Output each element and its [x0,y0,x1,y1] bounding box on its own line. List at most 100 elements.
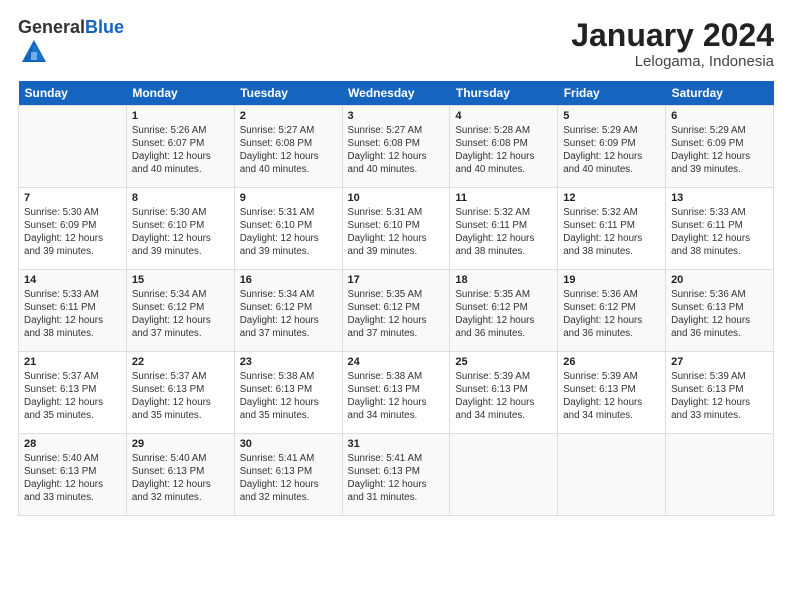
cell-info: Sunrise: 5:26 AM [132,124,229,137]
cell-info: Sunset: 6:11 PM [24,301,121,314]
cell-info: Sunrise: 5:29 AM [671,124,768,137]
cell-info: Sunset: 6:13 PM [671,383,768,396]
cell-info: Sunset: 6:13 PM [132,465,229,478]
cell-info: Sunset: 6:09 PM [671,137,768,150]
cell-info: Sunrise: 5:37 AM [24,370,121,383]
day-number: 28 [24,438,121,450]
cell-info: Sunset: 6:12 PM [455,301,552,314]
cell-info: Sunrise: 5:39 AM [671,370,768,383]
cell-info: Daylight: 12 hours and 38 minutes. [24,314,121,340]
day-number: 1 [132,110,229,122]
cell-info: Sunrise: 5:38 AM [240,370,337,383]
cell-info: Sunrise: 5:32 AM [563,206,660,219]
table-row: 14 Sunrise: 5:33 AMSunset: 6:11 PMDayligh… [19,269,127,351]
cell-info: Sunrise: 5:41 AM [240,452,337,465]
table-row: 10Sunrise: 5:31 AMSunset: 6:10 PMDayligh… [342,187,450,269]
week-row-2: 7Sunrise: 5:30 AMSunset: 6:09 PMDaylight… [19,187,774,269]
cell-info: Sunrise: 5:41 AM [348,452,445,465]
cell-info: Sunset: 6:08 PM [455,137,552,150]
col-thursday: Thursday [450,81,558,106]
table-row: 4Sunrise: 5:28 AMSunset: 6:08 PMDaylight… [450,105,558,187]
cell-info: Daylight: 12 hours and 40 minutes. [240,150,337,176]
cell-info: Daylight: 12 hours and 33 minutes. [671,396,768,422]
cell-info: Sunset: 6:12 PM [563,301,660,314]
day-number: 9 [240,192,337,204]
table-row [558,433,666,515]
week-row-3: 14Sunrise: 5:33 AMSunset: 6:11 PMDayligh… [19,269,774,351]
table-row: 1Sunrise: 5:26 AMSunset: 6:07 PMDaylight… [126,105,234,187]
day-number: 10 [348,192,445,204]
cell-info: Daylight: 12 hours and 32 minutes. [240,478,337,504]
cell-info: Sunset: 6:09 PM [24,219,121,232]
day-number: 25 [455,356,552,368]
main-title: January 2024 [571,18,774,53]
cell-info: Sunrise: 5:30 AM [132,206,229,219]
col-monday: Monday [126,81,234,106]
day-number: 4 [455,110,552,122]
cell-info: Sunrise: 5:39 AM [563,370,660,383]
day-number: 21 [24,356,121,368]
table-row: 22Sunrise: 5:37 AMSunset: 6:13 PMDayligh… [126,351,234,433]
table-row: 24Sunrise: 5:38 AMSunset: 6:13 PMDayligh… [342,351,450,433]
cell-info: Daylight: 12 hours and 38 minutes. [455,232,552,258]
cell-info: Sunrise: 5:33 AM [24,288,121,301]
day-number: 17 [348,274,445,286]
day-number: 18 [455,274,552,286]
day-number: 3 [348,110,445,122]
logo: GeneralBlue [18,18,124,71]
title-block: January 2024 Lelogama, Indonesia [571,18,774,70]
day-number: 12 [563,192,660,204]
cell-info: Daylight: 12 hours and 34 minutes. [563,396,660,422]
cell-info: Sunrise: 5:32 AM [455,206,552,219]
day-number: 23 [240,356,337,368]
cell-info: Daylight: 12 hours and 39 minutes. [24,232,121,258]
cell-info: Sunset: 6:13 PM [455,383,552,396]
cell-info: Sunrise: 5:31 AM [348,206,445,219]
table-row: 30Sunrise: 5:41 AMSunset: 6:13 PMDayligh… [234,433,342,515]
cell-info: Daylight: 12 hours and 35 minutes. [132,396,229,422]
cell-info: Sunset: 6:12 PM [240,301,337,314]
cell-info: Daylight: 12 hours and 32 minutes. [132,478,229,504]
cell-info: Sunrise: 5:36 AM [563,288,660,301]
page: GeneralBlue January 2024 Lelogama, Indon… [0,0,792,612]
table-row: 26Sunrise: 5:39 AMSunset: 6:13 PMDayligh… [558,351,666,433]
day-number: 13 [671,192,768,204]
cell-info: Sunrise: 5:37 AM [132,370,229,383]
cell-info: Sunrise: 5:35 AM [455,288,552,301]
cell-info: Sunrise: 5:40 AM [132,452,229,465]
subtitle: Lelogama, Indonesia [571,53,774,70]
cell-info: Sunrise: 5:34 AM [240,288,337,301]
cell-info: Daylight: 12 hours and 36 minutes. [563,314,660,340]
header: GeneralBlue January 2024 Lelogama, Indon… [18,18,774,71]
cell-info: Sunset: 6:12 PM [348,301,445,314]
table-row: 20Sunrise: 5:36 AMSunset: 6:13 PMDayligh… [666,269,774,351]
cell-info: Daylight: 12 hours and 36 minutes. [455,314,552,340]
day-number: 27 [671,356,768,368]
cell-info: Sunrise: 5:30 AM [24,206,121,219]
day-number: 14 [24,274,121,286]
cell-info: Sunrise: 5:33 AM [671,206,768,219]
cell-info: Daylight: 12 hours and 40 minutes. [563,150,660,176]
cell-info: Sunrise: 5:40 AM [24,452,121,465]
cell-info: Sunrise: 5:39 AM [455,370,552,383]
day-number: 15 [132,274,229,286]
cell-info: Daylight: 12 hours and 39 minutes. [671,150,768,176]
table-row: 21Sunrise: 5:37 AMSunset: 6:13 PMDayligh… [19,351,127,433]
col-wednesday: Wednesday [342,81,450,106]
cell-info: Sunrise: 5:27 AM [348,124,445,137]
col-saturday: Saturday [666,81,774,106]
cell-info: Sunrise: 5:31 AM [240,206,337,219]
cell-info: Sunrise: 5:38 AM [348,370,445,383]
header-row: Sunday Monday Tuesday Wednesday Thursday… [19,81,774,106]
cell-info: Daylight: 12 hours and 37 minutes. [348,314,445,340]
cell-info: Daylight: 12 hours and 33 minutes. [24,478,121,504]
cell-info: Daylight: 12 hours and 37 minutes. [240,314,337,340]
cell-info: Sunrise: 5:29 AM [563,124,660,137]
week-row-4: 21Sunrise: 5:37 AMSunset: 6:13 PMDayligh… [19,351,774,433]
day-number: 20 [671,274,768,286]
day-number: 7 [24,192,121,204]
table-row: 15Sunrise: 5:34 AMSunset: 6:12 PMDayligh… [126,269,234,351]
week-row-5: 28Sunrise: 5:40 AMSunset: 6:13 PMDayligh… [19,433,774,515]
cell-info: Daylight: 12 hours and 38 minutes. [563,232,660,258]
table-row: 6Sunrise: 5:29 AMSunset: 6:09 PMDaylight… [666,105,774,187]
